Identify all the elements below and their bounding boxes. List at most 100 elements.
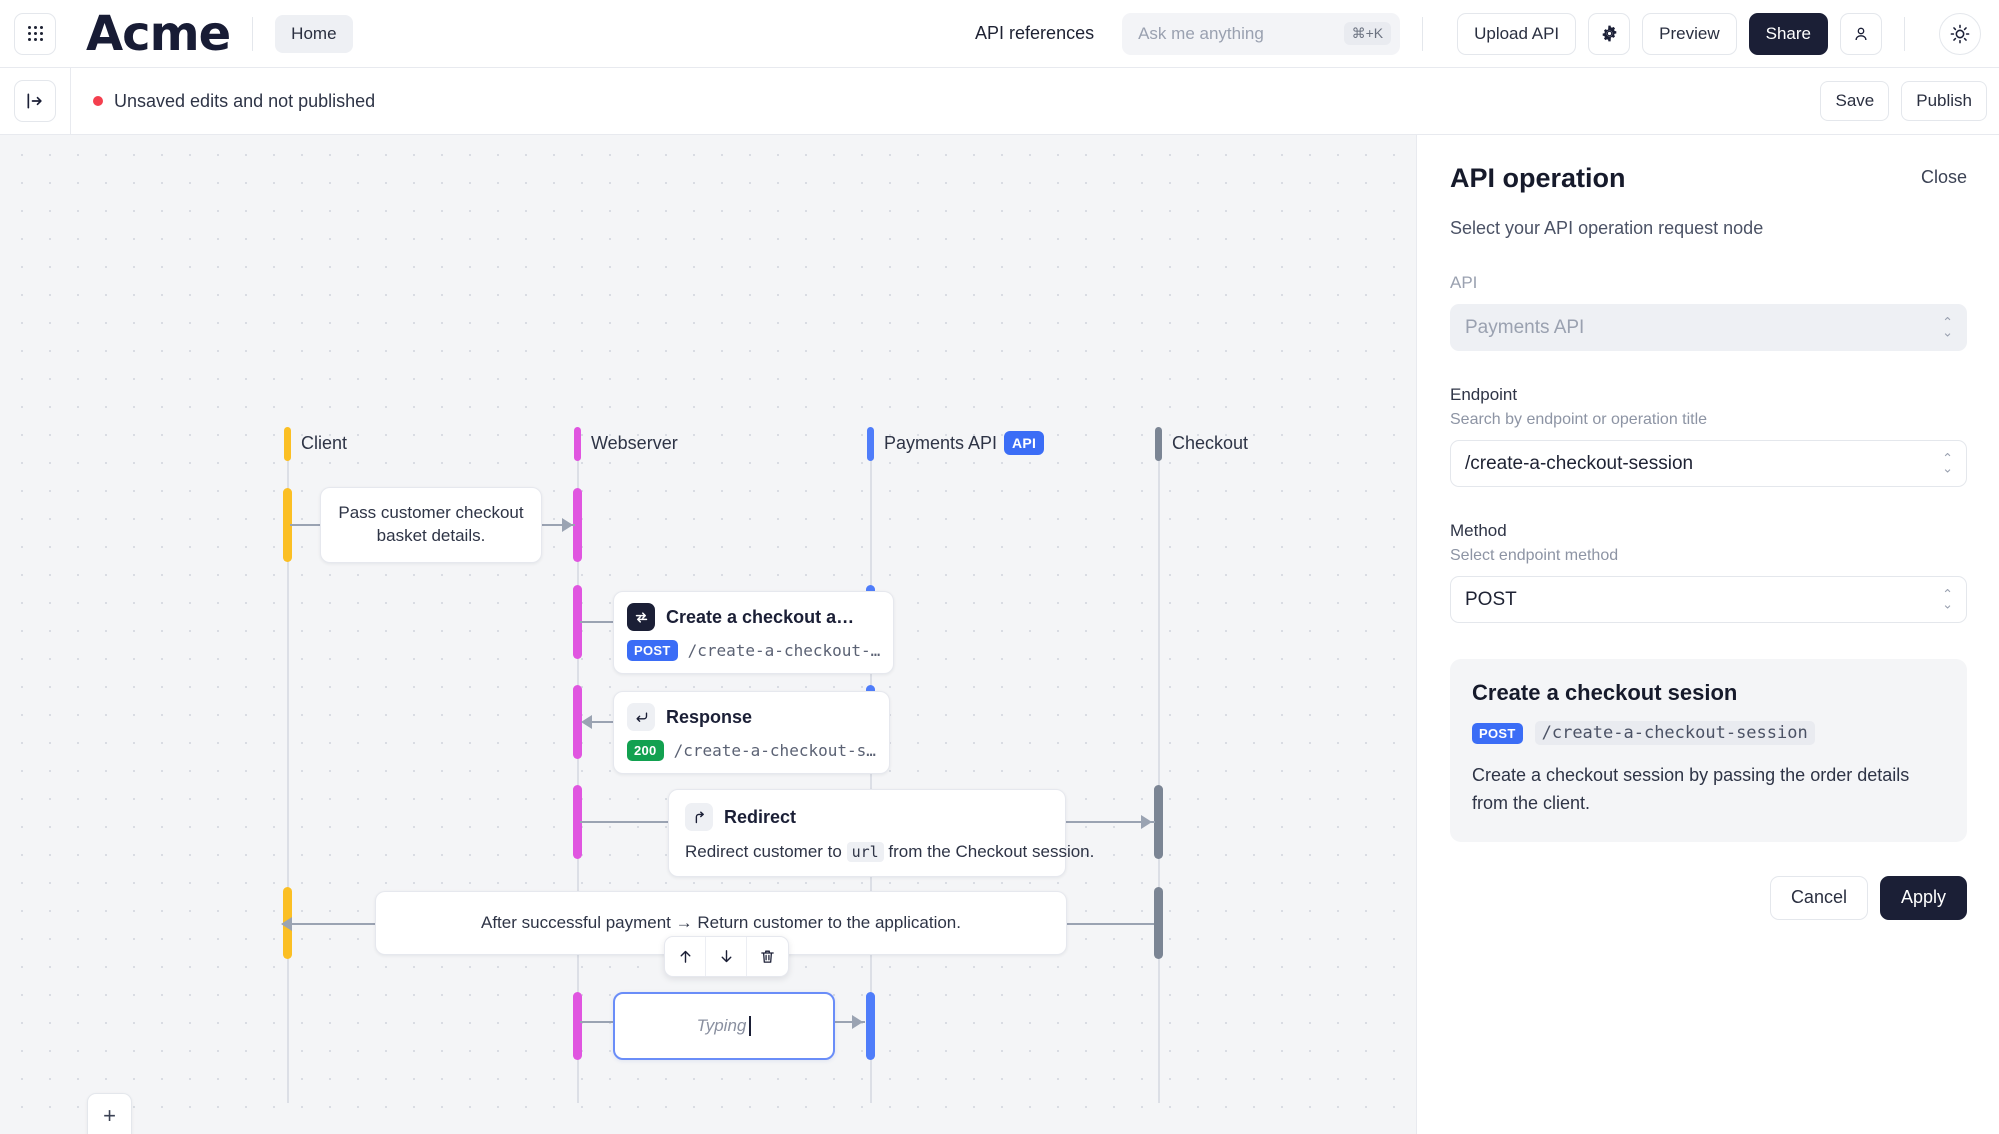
api-references-link[interactable]: API references	[975, 23, 1094, 44]
theme-toggle-button[interactable]	[1939, 12, 1981, 55]
panel-header: API operation Close	[1450, 163, 1967, 194]
lifeline-label-client: Client	[301, 433, 348, 453]
node-path: /create-a-checkout-s…	[673, 741, 876, 760]
canvas-border	[1416, 135, 1417, 1134]
delete-button[interactable]	[747, 937, 788, 976]
message-arrowhead-6	[852, 1015, 863, 1029]
activation-payments-3	[866, 992, 875, 1060]
diagram-node-pass-basket[interactable]: Pass customer checkout basket details.	[320, 487, 542, 563]
field-hint-endpoint: Search by endpoint or operation title	[1450, 411, 1708, 428]
node-meta: POST /create-a-checkout-…	[627, 640, 880, 661]
method-select-value: POST	[1465, 588, 1517, 610]
node-text: Pass customer checkout basket details.	[338, 503, 524, 545]
node-toolbar[interactable]	[664, 936, 789, 977]
endpoint-select[interactable]: /create-a-checkout-session ⌃ ⌄	[1450, 440, 1967, 487]
divider	[1422, 16, 1424, 51]
operation-meta: POST /create-a-checkout-session	[1472, 721, 1945, 745]
desc-part-2: from the Checkout session.	[883, 842, 1095, 861]
upload-api-button[interactable]: Upload API	[1457, 12, 1577, 55]
node-header: Response	[627, 703, 876, 731]
brand-logo: Acme	[86, 5, 231, 62]
api-badge: API	[1004, 431, 1045, 455]
diagram-node-response[interactable]: Response 200 /create-a-checkout-s…	[613, 691, 890, 774]
status-dot-icon	[93, 96, 103, 106]
chevron-updown-icon: ⌃ ⌄	[1942, 586, 1953, 612]
settings-button[interactable]	[1588, 12, 1631, 55]
message-arrowhead-3	[581, 715, 592, 729]
desc-part-1: Redirect customer to	[685, 842, 847, 861]
arrow-down-icon	[721, 950, 731, 963]
operation-description: Create a checkout session by passing the…	[1472, 765, 1910, 813]
trash-icon	[761, 950, 774, 963]
node-input-placeholder: Typing	[696, 1016, 747, 1035]
panel-expand-icon	[27, 93, 42, 109]
endpoint-select-value: /create-a-checkout-session	[1465, 452, 1694, 474]
home-button[interactable]: Home	[275, 14, 353, 53]
lifeline-label-checkout: Checkout	[1172, 433, 1249, 453]
method-select[interactable]: POST ⌃ ⌄	[1450, 576, 1967, 623]
chevron-updown-icon: ⌃ ⌄	[1942, 450, 1953, 476]
move-up-button[interactable]	[665, 937, 706, 976]
response-return-icon	[627, 703, 655, 731]
save-button[interactable]: Save	[1820, 81, 1890, 121]
top-bar: Acme Home API references Ask me anything…	[0, 0, 1999, 68]
apps-grid-button[interactable]	[14, 12, 56, 55]
node-text: After successful payment → Return custom…	[480, 912, 961, 932]
lifeline-label-webserver: Webserver	[591, 433, 678, 453]
panel-subtitle: Select your API operation request node	[1450, 218, 1764, 238]
field-method: Method Select endpoint method POST ⌃ ⌄	[1450, 521, 1967, 623]
divider	[252, 16, 254, 51]
operation-preview-card: Create a checkout sesion POST /create-a-…	[1450, 659, 1967, 842]
lifeline-head-checkout[interactable]	[1155, 427, 1162, 461]
api-select[interactable]: Payments API ⌃ ⌄	[1450, 304, 1967, 351]
gear-icon	[1602, 25, 1616, 42]
field-api: API Payments API ⌃ ⌄	[1450, 273, 1967, 351]
cancel-button[interactable]: Cancel	[1769, 875, 1868, 920]
publish-button[interactable]: Publish	[1901, 81, 1987, 121]
api-operation-panel: API operation Close Select your API oper…	[1418, 135, 1999, 1134]
status-badge: Unsaved edits and not published	[93, 91, 375, 112]
message-arrowhead-1	[562, 518, 573, 532]
diagram-node-redirect[interactable]: Redirect Redirect customer to url from t…	[668, 789, 1094, 877]
sequence-diagram-canvas[interactable]: Client Webserver Payments API API Checko…	[0, 135, 1417, 1134]
node-path: /create-a-checkout-…	[687, 641, 881, 660]
apply-button[interactable]: Apply	[1879, 875, 1967, 920]
text-caret	[749, 1016, 752, 1036]
field-label-api: API	[1450, 273, 1478, 292]
zoom-in-button[interactable]: +	[88, 1094, 131, 1134]
chevron-updown-icon: ⌃ ⌄	[1942, 314, 1953, 340]
lifeline-checkout	[1158, 431, 1160, 1103]
close-panel-button[interactable]: Close	[1921, 167, 1967, 188]
message-arrowhead-4	[1141, 815, 1152, 829]
sidebar-expand-button[interactable]	[14, 80, 56, 122]
divider	[70, 67, 71, 135]
lifeline-head-client[interactable]	[284, 427, 291, 461]
preview-button[interactable]: Preview	[1642, 12, 1737, 55]
node-description: Redirect customer to url from the Checko…	[685, 842, 1094, 862]
panel-actions: Cancel Apply	[1450, 875, 1967, 920]
share-button[interactable]: Share	[1748, 12, 1828, 55]
status-label: Unsaved edits and not published	[114, 90, 376, 111]
activation-webserver-5	[573, 992, 582, 1060]
method-badge: POST	[1472, 722, 1523, 744]
field-label-endpoint: Endpoint	[1450, 385, 1518, 404]
node-title: Response	[666, 706, 753, 727]
search-shortcut-badge: ⌘+K	[1343, 22, 1392, 45]
lifeline-label-payments-api: Payments API	[884, 433, 998, 453]
desc-code: url	[846, 842, 884, 862]
sub-bar: Unsaved edits and not published Save Pub…	[0, 67, 1999, 135]
lifeline-head-payments-api[interactable]	[867, 427, 874, 461]
move-down-button[interactable]	[706, 937, 747, 976]
account-button[interactable]	[1840, 12, 1882, 55]
request-exchange-icon	[627, 603, 655, 631]
node-text-input[interactable]: Typing	[613, 992, 835, 1060]
zoom-controls[interactable]: + −	[87, 1093, 132, 1134]
panel-title: API operation	[1450, 163, 1626, 193]
api-select-value: Payments API	[1465, 316, 1585, 338]
lifeline-head-webserver[interactable]	[574, 427, 581, 461]
field-endpoint: Endpoint Search by endpoint or operation…	[1450, 385, 1967, 487]
search-input[interactable]: Ask me anything ⌘+K	[1122, 12, 1401, 55]
diagram-node-create-checkout[interactable]: Create a checkout a… POST /create-a-chec…	[613, 591, 895, 674]
node-title: Redirect	[724, 806, 797, 827]
field-hint-method: Select endpoint method	[1450, 547, 1619, 564]
